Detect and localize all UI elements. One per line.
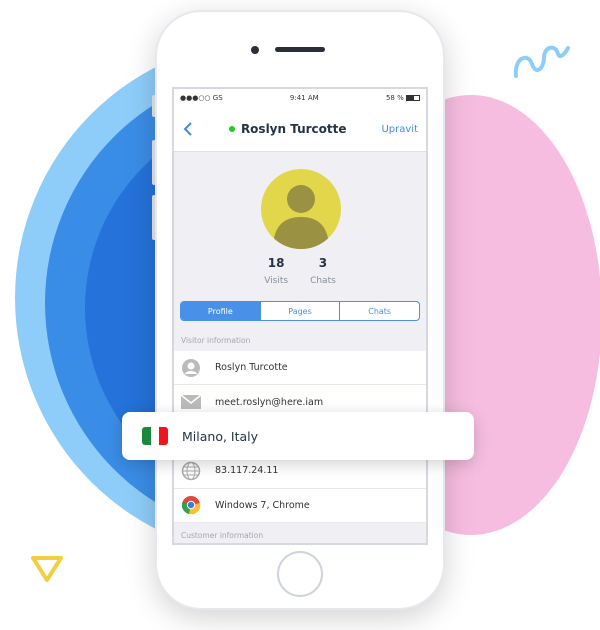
- italy-flag-icon: [142, 427, 168, 445]
- speaker: [275, 47, 325, 52]
- stat-chats: 3 Chats: [310, 256, 336, 286]
- user-silhouette-icon: [273, 185, 329, 249]
- status-bar: ●●●○○ GS 9:41 AM 58 %: [174, 89, 426, 107]
- stats: 18 Visits 3 Chats: [174, 256, 426, 286]
- mail-icon: [181, 392, 201, 412]
- tab-chats[interactable]: Chats: [339, 302, 419, 320]
- location-card: Milano, Italy: [122, 412, 474, 460]
- avatar: [261, 169, 341, 249]
- list-item[interactable]: Roslyn Turcotte: [174, 351, 426, 386]
- camera: [251, 46, 259, 54]
- page-title: Roslyn Turcotte: [240, 122, 347, 136]
- segmented-tabs: Profile Pages Chats: [180, 301, 420, 321]
- edit-button[interactable]: Upravit: [381, 124, 418, 135]
- section-visitor-information: Visitor information: [181, 336, 251, 345]
- globe-icon: [181, 461, 201, 481]
- stat-visits: 18 Visits: [264, 256, 289, 286]
- squiggle-decoration: [513, 45, 570, 78]
- chrome-icon: [181, 495, 201, 515]
- location-text: Milano, Italy: [182, 428, 259, 444]
- chevron-left-icon[interactable]: [182, 121, 194, 137]
- tab-pages[interactable]: Pages: [259, 302, 340, 320]
- section-customer-information: Customer information: [181, 531, 264, 540]
- tab-profile[interactable]: Profile: [181, 302, 260, 320]
- home-button[interactable]: [277, 551, 323, 597]
- battery: 58 %: [386, 94, 420, 102]
- list-item[interactable]: Windows 7, Chrome: [174, 489, 426, 523]
- clock: 9:41 AM: [289, 94, 319, 102]
- carrier: ●●●○○ GS: [180, 94, 223, 102]
- online-status-dot: [228, 126, 235, 132]
- user-icon: [181, 358, 201, 378]
- battery-icon: [405, 95, 420, 101]
- phone-screen: ●●●○○ GS 9:41 AM 58 % Roslyn Turcotte Up…: [172, 87, 428, 545]
- nav-bar: Roslyn Turcotte Upravit: [174, 107, 426, 152]
- triangle-decoration: [31, 556, 63, 582]
